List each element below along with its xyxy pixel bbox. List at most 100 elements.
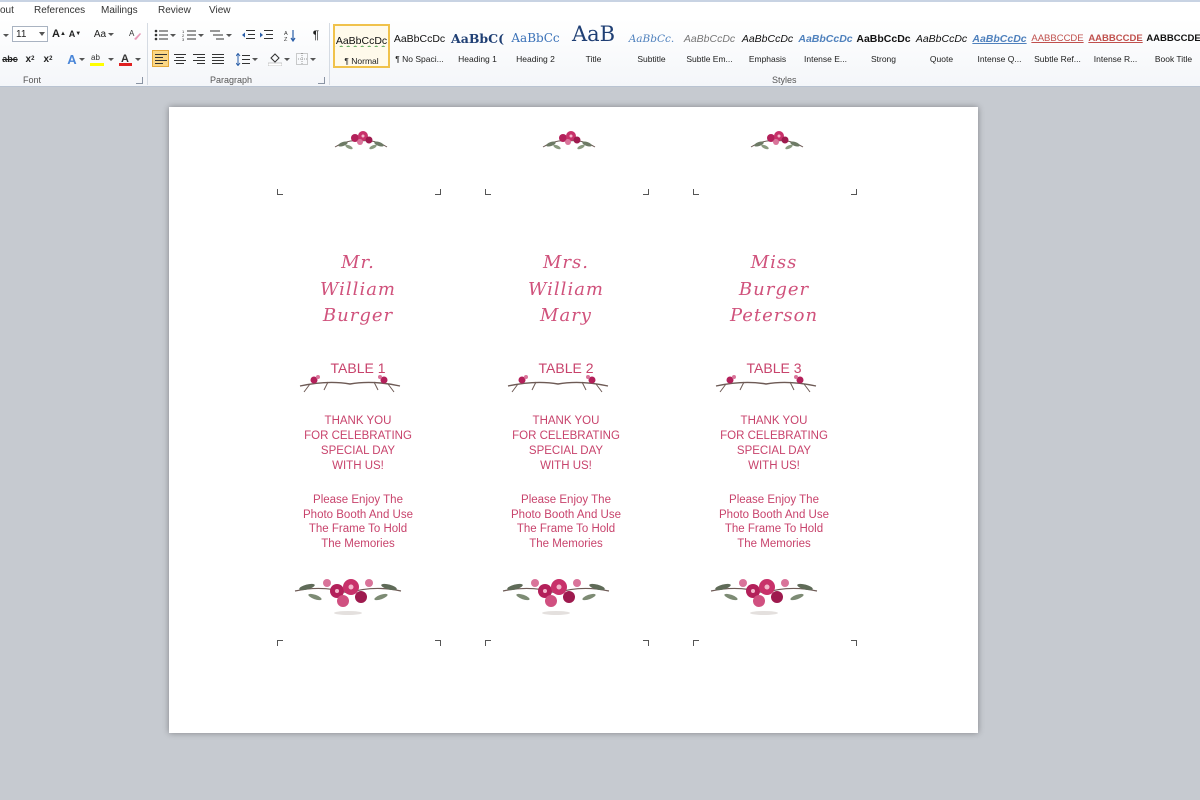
thanks-line: SPECIAL DAY: [736, 445, 812, 457]
style-subtitle[interactable]: AaBbCc. Subtitle: [623, 24, 680, 68]
style-name: Subtitle: [637, 54, 666, 64]
style-name: Heading 1: [458, 54, 497, 64]
style-sample: AaBbCcDc: [915, 33, 968, 45]
font-color-icon[interactable]: A: [118, 50, 142, 68]
style-subtle-emphasis[interactable]: AaBbCcDc Subtle Em...: [681, 24, 738, 68]
paragraph-group-label: Paragraph: [210, 75, 253, 85]
style-name: Quote: [929, 54, 954, 64]
style-name: Subtle Em...: [686, 54, 733, 64]
style-heading-1[interactable]: AaBbC( Heading 1: [449, 24, 506, 68]
note-line: The Frame To Hold: [308, 523, 408, 535]
place-card-3: Miss Burger Peterson TABLE 3 THANK YOU F…: [674, 107, 874, 615]
note-line: Photo Booth And Use: [303, 509, 413, 521]
justify-button[interactable]: [209, 50, 226, 67]
style-name: Title: [585, 54, 602, 64]
increase-indent-icon[interactable]: [258, 26, 274, 44]
tab-view[interactable]: View: [209, 5, 231, 16]
numbering-icon[interactable]: 123: [181, 26, 205, 44]
note-line: The Frame To Hold: [724, 523, 824, 535]
clear-formatting-icon[interactable]: A: [127, 25, 143, 43]
style-name: Emphasis: [748, 54, 787, 64]
style-sample: AaBbCcDc: [683, 33, 736, 45]
crop-mark: [693, 640, 699, 646]
shading-icon[interactable]: [268, 50, 290, 68]
decrease-indent-icon[interactable]: [240, 26, 256, 44]
sort-icon[interactable]: AZ: [282, 26, 298, 44]
style-intense-quote[interactable]: AaBbCcDc Intense Q...: [971, 24, 1028, 68]
table-number-label: TABLE 1: [330, 360, 386, 376]
note-line: Please Enjoy The: [729, 494, 819, 506]
style-intense-emphasis[interactable]: AaBbCcDc Intense E...: [797, 24, 854, 68]
superscript-icon[interactable]: x2: [41, 50, 55, 68]
text-effects-icon[interactable]: A: [66, 50, 86, 68]
style-emphasis[interactable]: AaBbCcDc Emphasis: [739, 24, 796, 68]
style-normal[interactable]: AaBbCcDc ¶ Normal: [333, 24, 390, 68]
line-spacing-icon[interactable]: [236, 50, 258, 68]
style-sample: AABBCCDE: [1031, 33, 1084, 44]
tab-layout[interactable]: out: [0, 5, 14, 16]
grow-font-icon[interactable]: A ▲: [52, 25, 66, 43]
style-sample: AaBbC(: [451, 31, 504, 46]
style-strong[interactable]: AaBbCcDc Strong: [855, 24, 912, 68]
style-subtle-reference[interactable]: AABBCCDE Subtle Ref...: [1029, 24, 1086, 68]
guest-name-line: Burger: [322, 305, 394, 326]
thanks-line: SPECIAL DAY: [320, 445, 396, 457]
style-no-spacing[interactable]: AaBbCcDc ¶ No Spaci...: [391, 24, 448, 68]
style-heading-2[interactable]: AaBbCc Heading 2: [507, 24, 564, 68]
align-left-button[interactable]: [152, 50, 169, 67]
multilevel-list-icon[interactable]: [209, 26, 233, 44]
thanks-line: FOR CELEBRATING: [720, 430, 828, 442]
font-name-dropdown-arrow[interactable]: [0, 26, 10, 44]
font-dialog-launcher-icon[interactable]: [136, 77, 143, 84]
align-center-icon: [173, 53, 186, 65]
floral-sprig-icon: [750, 131, 804, 150]
place-card-2: Mrs. William Mary TABLE 2 THANK YOU FOR …: [466, 107, 666, 615]
styles-group-label: Styles: [772, 75, 797, 85]
paragraph-dialog-launcher-icon[interactable]: [318, 77, 325, 84]
style-sample: AaBbCcDc: [741, 33, 794, 45]
style-name: Subtle Ref...: [1034, 54, 1081, 64]
style-sample: AaBbCcDc: [856, 33, 911, 45]
align-center-button[interactable]: [171, 50, 188, 67]
svg-text:Z: Z: [284, 37, 288, 42]
guest-name-line: William: [527, 279, 604, 300]
crop-mark: [643, 640, 649, 646]
style-name: Heading 2: [516, 54, 555, 64]
guest-name-line: Miss: [750, 252, 798, 273]
crop-mark: [851, 640, 857, 646]
style-sample: AaBbCcDc: [972, 33, 1027, 45]
styles-gallery: AaBbCcDc ¶ Normal AaBbCcDc ¶ No Spaci...…: [333, 22, 1200, 70]
change-case-icon[interactable]: Aa: [94, 25, 115, 43]
table-number-label: TABLE 3: [746, 360, 802, 376]
align-right-button[interactable]: [190, 50, 207, 67]
note-line: The Frame To Hold: [516, 523, 616, 535]
style-title[interactable]: AaB Title: [565, 22, 622, 68]
highlight-color-icon[interactable]: ab: [90, 50, 114, 68]
font-size-input[interactable]: 11: [12, 26, 48, 42]
tab-review[interactable]: Review: [158, 5, 191, 16]
style-sample: AaB: [571, 22, 616, 46]
borders-icon[interactable]: [295, 50, 317, 68]
note-line: Please Enjoy The: [521, 494, 611, 506]
style-name: Intense E...: [804, 54, 847, 64]
style-quote[interactable]: AaBbCcDc Quote: [913, 24, 970, 68]
strikethrough-icon[interactable]: abc: [2, 50, 18, 68]
table-number-label: TABLE 2: [538, 360, 594, 376]
style-intense-reference[interactable]: AABBCCDE Intense R...: [1087, 24, 1144, 68]
ribbon-tabs: out References Mailings Review View: [0, 0, 1200, 19]
bullets-icon[interactable]: [153, 26, 177, 44]
show-formatting-marks-icon[interactable]: ¶: [308, 26, 324, 44]
tab-mailings[interactable]: Mailings: [101, 5, 138, 16]
justify-icon: [211, 53, 224, 65]
style-book-title[interactable]: AABBCCDE Book Title: [1145, 24, 1200, 68]
tab-references[interactable]: References: [34, 5, 85, 16]
shrink-font-icon[interactable]: A ▼: [68, 25, 82, 43]
subscript-icon[interactable]: x2: [23, 50, 37, 68]
style-name: Intense R...: [1093, 54, 1138, 64]
style-sample: AABBCCDE: [1146, 33, 1200, 44]
thanks-line: FOR CELEBRATING: [512, 430, 620, 442]
thanks-line: WITH US!: [748, 460, 800, 472]
thanks-line: WITH US!: [332, 460, 384, 472]
document-page[interactable]: Mr. William Burger TABLE 1 THANK YOU FOR…: [169, 107, 978, 733]
thanks-line: THANK YOU: [740, 415, 808, 427]
